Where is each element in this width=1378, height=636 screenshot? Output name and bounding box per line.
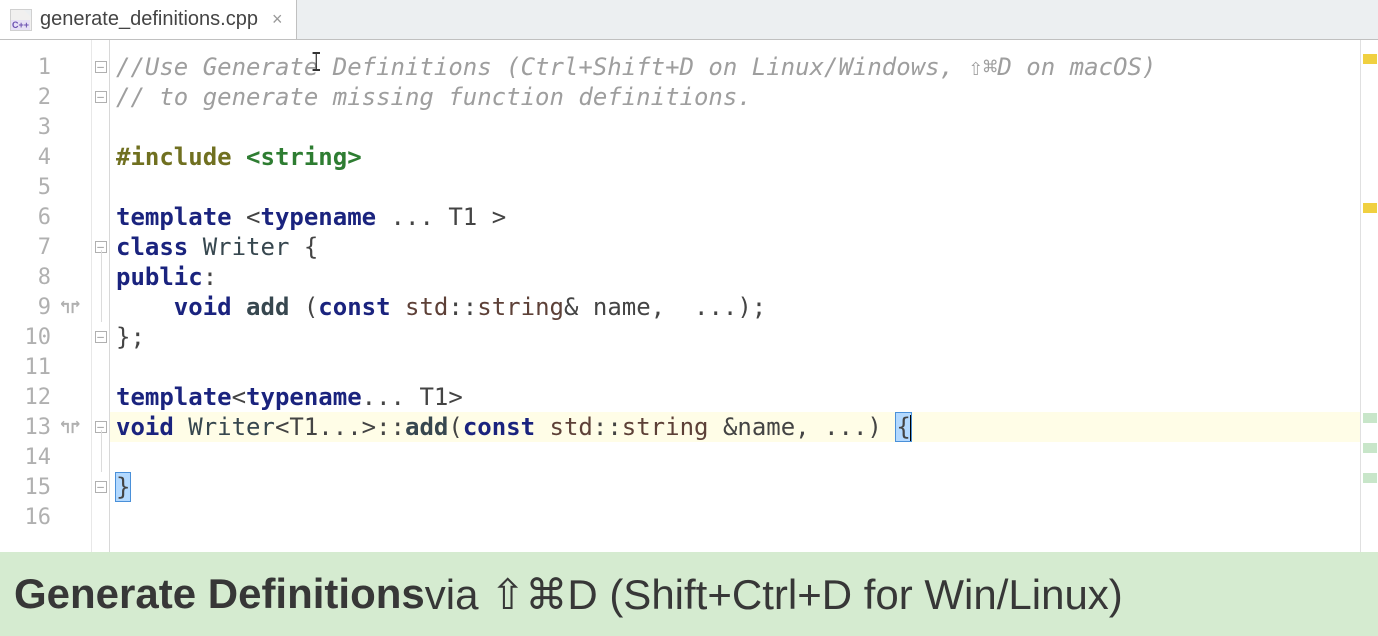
tip-banner-text: via ⇧⌘D (Shift+Ctrl+D for Win/Linux) bbox=[425, 570, 1123, 619]
error-stripe[interactable] bbox=[1360, 40, 1378, 552]
editor: 1 2 3 4 5 6 7 8 9↰↱ 10 11 12 13↰↱ 14 15 … bbox=[0, 40, 1378, 552]
current-line: void Writer<T1...>::add(const std::strin… bbox=[110, 412, 1378, 442]
code-token: #include bbox=[116, 143, 246, 171]
line-number: 13↰↱ bbox=[0, 412, 91, 442]
line-number: 14 bbox=[0, 442, 91, 472]
vcs-change-marker[interactable]: ↰↱ bbox=[59, 417, 81, 438]
line-number: 7 bbox=[0, 232, 91, 262]
line-number-gutter[interactable]: 1 2 3 4 5 6 7 8 9↰↱ 10 11 12 13↰↱ 14 15 … bbox=[0, 40, 92, 552]
line-number: 2 bbox=[0, 82, 91, 112]
line-number: 4 bbox=[0, 142, 91, 172]
code-comment: //Use Generate Definitions (Ctrl+Shift+D… bbox=[116, 53, 1156, 81]
line-number: 15 bbox=[0, 472, 91, 502]
code-comment: // to generate missing function definiti… bbox=[116, 83, 752, 111]
line-number: 3 bbox=[0, 112, 91, 142]
cpp-file-icon: C++ bbox=[10, 9, 32, 31]
matched-brace: } bbox=[116, 473, 130, 501]
tip-banner-title: Generate Definitions bbox=[14, 570, 425, 618]
line-number: 11 bbox=[0, 352, 91, 382]
matched-brace: { bbox=[896, 413, 910, 441]
vcs-change-marker[interactable]: ↰↱ bbox=[59, 297, 81, 318]
change-marker[interactable] bbox=[1363, 443, 1377, 453]
fold-end-icon[interactable]: – bbox=[95, 331, 107, 343]
change-marker[interactable] bbox=[1363, 413, 1377, 423]
line-number: 16 bbox=[0, 502, 91, 532]
tip-banner: Generate Definitions via ⇧⌘D (Shift+Ctrl… bbox=[0, 552, 1378, 636]
line-number: 6 bbox=[0, 202, 91, 232]
line-number: 8 bbox=[0, 262, 91, 292]
fold-toggle-icon[interactable]: – bbox=[95, 91, 107, 103]
code-token: <string> bbox=[246, 143, 362, 171]
fold-toggle-icon[interactable]: – bbox=[95, 61, 107, 73]
tab-bar: C++ generate_definitions.cpp × bbox=[0, 0, 1378, 40]
line-number: 5 bbox=[0, 172, 91, 202]
tab-filename: generate_definitions.cpp bbox=[40, 8, 258, 31]
code-editor-area[interactable]: Ꮖ //Use Generate Definitions (Ctrl+Shift… bbox=[110, 40, 1378, 552]
change-marker[interactable] bbox=[1363, 473, 1377, 483]
close-icon[interactable]: × bbox=[272, 9, 283, 30]
caret bbox=[910, 415, 912, 441]
line-number: 12 bbox=[0, 382, 91, 412]
fold-end-icon[interactable]: – bbox=[95, 481, 107, 493]
warning-marker[interactable] bbox=[1363, 54, 1377, 64]
text-cursor-icon: Ꮖ bbox=[312, 48, 321, 79]
line-number: 10 bbox=[0, 322, 91, 352]
warning-marker[interactable] bbox=[1363, 203, 1377, 213]
line-number: 9↰↱ bbox=[0, 292, 91, 322]
tab-generate-definitions[interactable]: C++ generate_definitions.cpp × bbox=[0, 0, 297, 39]
line-number: 1 bbox=[0, 52, 91, 82]
fold-gutter[interactable]: – – – – – – bbox=[92, 40, 110, 552]
